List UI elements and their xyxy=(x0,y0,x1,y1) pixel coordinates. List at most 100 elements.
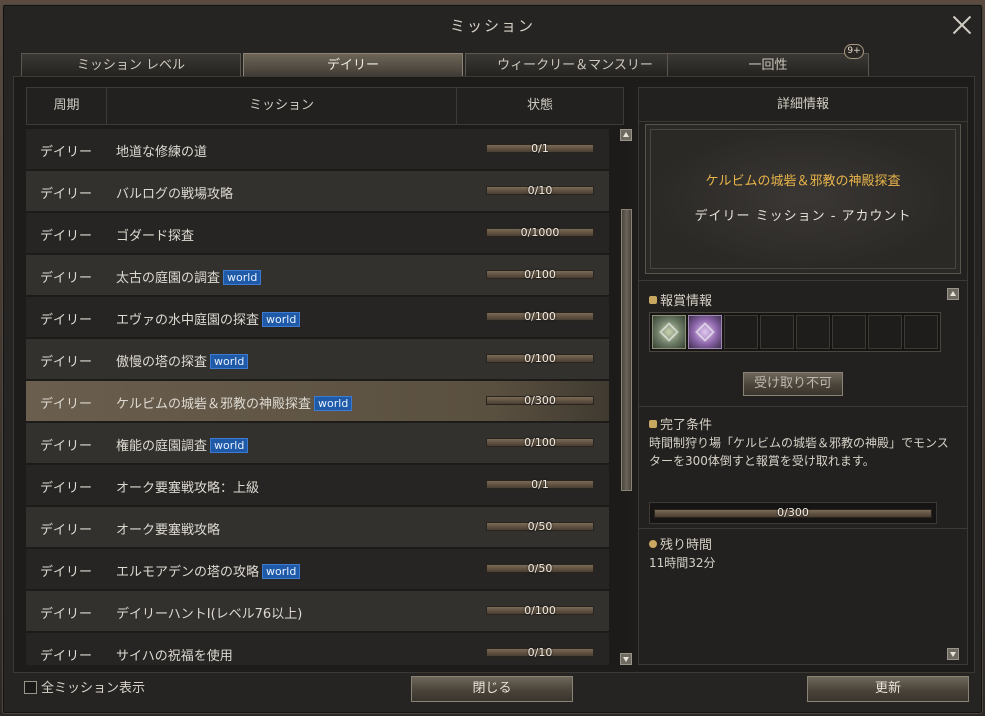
reward-section-label: 報賞情報 xyxy=(649,290,712,309)
row-progress-text: 0/10 xyxy=(527,646,553,659)
empty-slot xyxy=(724,315,758,349)
row-mission-name: エルモアデンの塔の攻略 world xyxy=(116,561,301,580)
detail-progress-text: 0/300 xyxy=(777,506,809,519)
row-mission-name: バルログの戦場攻略 xyxy=(116,183,233,202)
row-period: デイリー xyxy=(40,481,93,496)
row-period: デイリー xyxy=(40,607,93,622)
remain-label: 残り時間 xyxy=(660,538,713,553)
table-row[interactable]: デイリー 太古の庭園の調査 world 0/100 xyxy=(26,255,609,295)
show-all-label: 全ミッション表示 xyxy=(41,681,146,696)
table-row[interactable]: デイリー エヴァの水中庭園の探査 world 0/100 xyxy=(26,297,609,337)
world-tag: world xyxy=(314,396,353,411)
detail-header: 詳細情報 xyxy=(639,88,967,122)
show-all-checkbox[interactable] xyxy=(24,681,37,694)
table-row[interactable]: デイリー オーク要塞戦攻略 0/50 xyxy=(26,507,609,547)
row-period: デイリー xyxy=(40,313,93,328)
row-mission-label: バルログの戦場攻略 xyxy=(116,187,234,202)
row-progress-text: 0/100 xyxy=(524,268,556,281)
row-mission-label: 権能の庭園調査 xyxy=(116,439,208,454)
detail-mission-name: ケルビムの城砦＆邪教の神殿探査 xyxy=(705,174,901,189)
show-all-toggle[interactable]: 全ミッション表示 xyxy=(24,677,145,696)
row-period: デイリー xyxy=(40,229,93,244)
list-header: 周期 ミッション 状態 xyxy=(26,87,624,125)
row-mission-name: オーク要塞戦攻略 xyxy=(116,519,220,538)
table-row[interactable]: デイリー バルログの戦場攻略 0/10 xyxy=(26,171,609,211)
notification-badge: 9+ xyxy=(844,44,864,59)
row-progress-text: 0/50 xyxy=(527,520,553,533)
scroll-down-icon[interactable] xyxy=(620,653,632,665)
row-mission-label: 傲慢の塔の探査 xyxy=(116,355,208,370)
close-icon[interactable] xyxy=(952,15,972,35)
row-mission-label: エヴァの水中庭園の探査 xyxy=(116,313,260,328)
close-button[interactable]: 閉じる xyxy=(411,676,573,702)
row-progress-text: 0/1 xyxy=(531,478,549,491)
row-mission-name: ケルビムの城砦＆邪教の神殿探査 world xyxy=(116,393,353,412)
table-row[interactable]: デイリー オーク要塞戦攻略：上級 0/1 xyxy=(26,465,609,505)
table-row[interactable]: デイリー ケルビムの城砦＆邪教の神殿探査 world 0/300 xyxy=(26,381,609,421)
content-frame: 周期 ミッション 状態 デイリー 地道な修練の道 0/1 デイリー バルログの戦場攻略 0… xyxy=(13,76,975,673)
table-row[interactable]: デイリー デイリーハントⅠ(レベル76以上) 0/100 xyxy=(26,591,609,631)
scroll-thumb[interactable] xyxy=(621,209,632,491)
table-row[interactable]: デイリー 地道な修練の道 0/1 xyxy=(26,129,609,169)
row-mission-label: ゴダード探査 xyxy=(116,229,195,244)
row-period: デイリー xyxy=(40,355,93,370)
row-progress-text: 0/1000 xyxy=(520,226,560,239)
row-mission-name: エヴァの水中庭園の探査 world xyxy=(116,309,301,328)
row-progress-text: 0/100 xyxy=(524,352,556,365)
row-mission-name: ゴダード探査 xyxy=(116,225,194,244)
row-progress-text: 0/1 xyxy=(531,142,549,155)
detail-scroll-up-icon[interactable] xyxy=(947,288,959,300)
empty-slot xyxy=(760,315,794,349)
detail-panel: 詳細情報 ケルビムの城砦＆邪教の神殿探査 デイリー ミッション - アカウント … xyxy=(638,87,968,665)
row-progress-bar: 0/10 xyxy=(486,646,594,659)
scroll-up-icon[interactable] xyxy=(620,129,632,141)
row-progress-bar: 0/50 xyxy=(486,520,594,533)
table-row[interactable]: デイリー ゴダード探査 0/1000 xyxy=(26,213,609,253)
table-row[interactable]: デイリー サイハの祝福を使用 0/10 xyxy=(26,633,609,665)
row-mission-label: ケルビムの城砦＆邪教の神殿探査 xyxy=(116,397,312,412)
refresh-button[interactable]: 更新 xyxy=(807,676,969,702)
title-bar[interactable]: ミッション xyxy=(3,5,982,45)
row-period: デイリー xyxy=(40,439,93,454)
tab-one-time[interactable]: 一回性 9+ xyxy=(667,44,869,77)
tab-mission-level[interactable]: ミッション レベル xyxy=(21,53,241,77)
row-progress-bar: 0/1 xyxy=(486,478,594,491)
scroll-icon xyxy=(649,420,657,428)
row-progress-bar: 0/100 xyxy=(486,604,594,617)
row-progress-text: 0/100 xyxy=(524,310,556,323)
detail-summary-box: ケルビムの城砦＆邪教の神殿探査 デイリー ミッション - アカウント xyxy=(645,124,961,274)
table-row[interactable]: デイリー 権能の庭園調査 world 0/100 xyxy=(26,423,609,463)
detail-progress-bar: 0/300 xyxy=(649,502,937,524)
list-scrollbar[interactable] xyxy=(620,129,632,665)
table-row[interactable]: デイリー 傲慢の塔の探査 world 0/100 xyxy=(26,339,609,379)
green-gem-icon[interactable] xyxy=(652,315,686,349)
table-row[interactable]: デイリー エルモアデンの塔の攻略 world 0/50 xyxy=(26,549,609,589)
row-period: デイリー xyxy=(40,649,93,664)
tab-weekly-monthly[interactable]: ウィークリー＆マンスリー xyxy=(465,53,685,77)
row-mission-label: デイリーハントⅠ(レベル76以上) xyxy=(116,607,303,622)
world-tag: world xyxy=(262,312,301,327)
world-tag: world xyxy=(210,354,249,369)
row-progress-text: 0/100 xyxy=(524,604,556,617)
detail-mission-type: デイリー ミッション - アカウント xyxy=(694,209,912,224)
remain-time: 11時間32分 xyxy=(649,556,716,570)
tab-daily[interactable]: デイリー xyxy=(243,53,463,77)
claim-button[interactable]: 受け取り不可 xyxy=(743,372,843,396)
row-mission-name: オーク要塞戦攻略：上級 xyxy=(116,477,259,496)
row-progress-bar: 0/1000 xyxy=(486,226,594,239)
row-progress-bar: 0/50 xyxy=(486,562,594,575)
detail-scroll-down-icon[interactable] xyxy=(947,648,959,660)
row-mission-label: オーク要塞戦攻略 xyxy=(116,523,221,538)
row-period: デイリー xyxy=(40,523,93,538)
row-progress-text: 0/300 xyxy=(524,394,556,407)
row-progress-bar: 0/100 xyxy=(486,310,594,323)
condition-section-label: 完了条件 xyxy=(649,414,712,433)
mission-window: ミッション ミッション レベル デイリー ウィークリー＆マンスリー 一回性 9+… xyxy=(2,4,983,714)
purple-gem-icon[interactable] xyxy=(688,315,722,349)
row-progress-bar: 0/100 xyxy=(486,436,594,449)
row-progress-text: 0/50 xyxy=(527,562,553,575)
empty-slot xyxy=(868,315,902,349)
mission-list: デイリー 地道な修練の道 0/1 デイリー バルログの戦場攻略 0/10 デイリー ゴダード探… xyxy=(26,129,609,665)
row-mission-name: 太古の庭園の調査 world xyxy=(116,267,262,286)
row-mission-name: 権能の庭園調査 world xyxy=(116,435,249,454)
